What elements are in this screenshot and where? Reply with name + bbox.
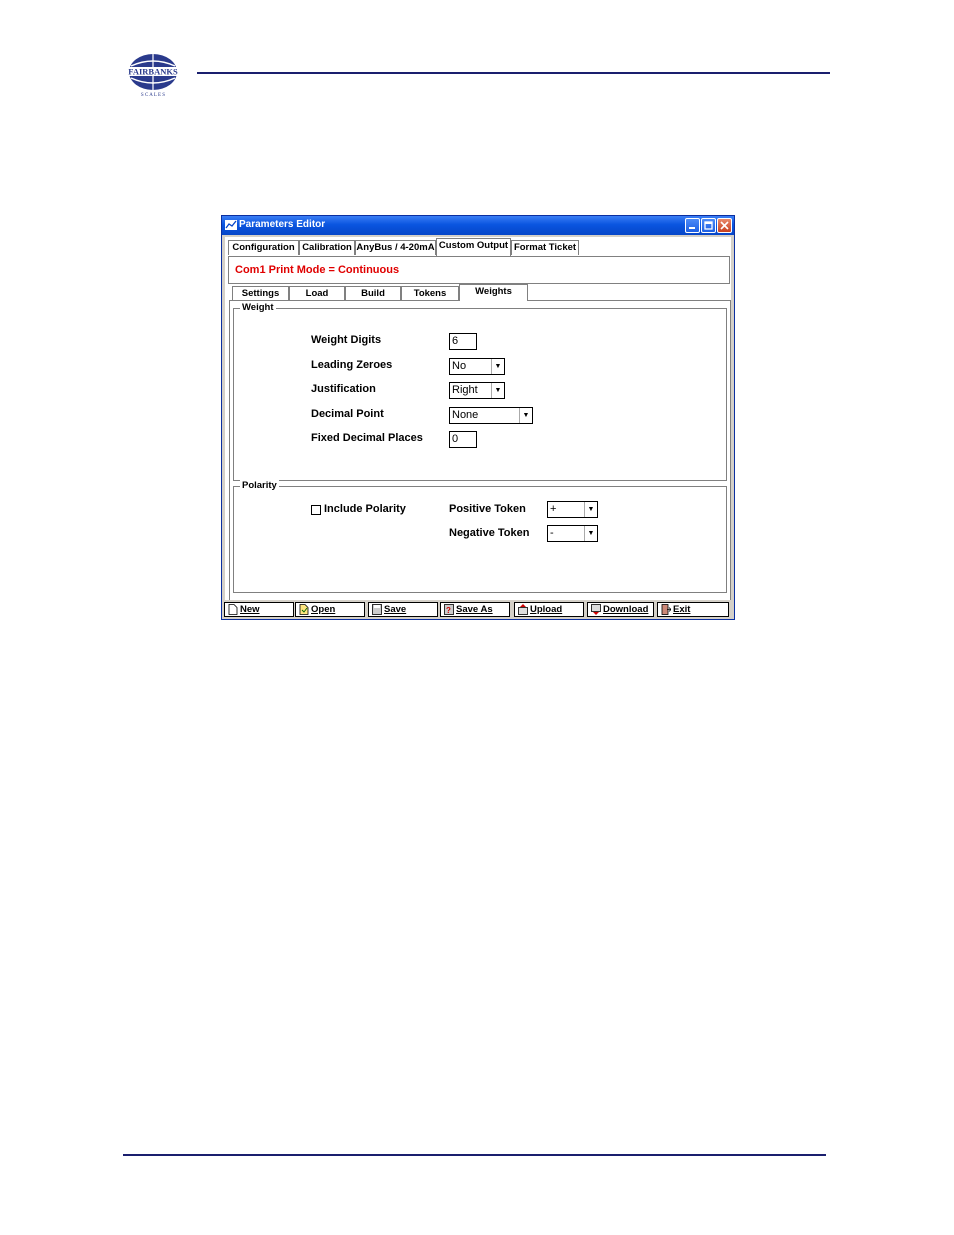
save-as-button[interactable]: ? Save As	[440, 602, 510, 617]
close-button[interactable]	[717, 218, 732, 233]
parameters-editor-window: Parameters Editor Configuration Calibrat…	[221, 215, 735, 620]
tab-anybus[interactable]: AnyBus / 4-20mA	[355, 240, 436, 255]
open-file-icon	[299, 604, 309, 615]
maximize-icon	[704, 221, 713, 230]
subtab-tokens[interactable]: Tokens	[401, 286, 459, 300]
tab-calibration[interactable]: Calibration	[299, 240, 355, 255]
include-polarity-label: Include Polarity	[324, 503, 406, 515]
open-button[interactable]: Open	[295, 602, 365, 617]
button-bar: New Open Save ? Save As Upload Download …	[222, 600, 734, 619]
leading-zeroes-value: No	[452, 360, 467, 372]
svg-text:FAIRBANKS: FAIRBANKS	[128, 67, 178, 77]
save-button[interactable]: Save	[368, 602, 438, 617]
polarity-group: Polarity Include Polarity Positive Token…	[233, 480, 727, 593]
fairbanks-logo: FAIRBANKS S C A L E S	[123, 54, 183, 98]
download-button-label: Download	[603, 604, 649, 615]
client-area: Configuration Calibration AnyBus / 4-20m…	[225, 237, 731, 618]
justification-label: Justification	[311, 383, 376, 395]
negative-token-value: -	[550, 527, 554, 539]
exit-button[interactable]: Exit	[657, 602, 729, 617]
tab-configuration[interactable]: Configuration	[228, 240, 299, 255]
save-button-label: Save	[384, 604, 407, 615]
svg-text:S C A L E S: S C A L E S	[141, 93, 165, 98]
window-title: Parameters Editor	[239, 219, 326, 230]
exit-button-label: Exit	[673, 604, 691, 615]
chevron-down-icon[interactable]: ▼	[491, 359, 504, 374]
weight-digits-input[interactable]: 6	[449, 333, 477, 350]
maximize-button[interactable]	[701, 218, 716, 233]
minimize-icon	[689, 227, 695, 229]
weights-panel: Weight Weight Digits 6 Leading Zeroes No…	[229, 300, 731, 610]
app-icon	[225, 220, 237, 230]
header-rule	[197, 72, 830, 74]
new-file-icon	[228, 604, 238, 615]
decimal-point-value: None	[452, 409, 479, 421]
subtab-weights[interactable]: Weights	[459, 284, 528, 301]
positive-token-select[interactable]: + ▼	[547, 501, 598, 518]
subtab-load[interactable]: Load	[289, 286, 345, 300]
positive-token-label: Positive Token	[449, 503, 526, 515]
decimal-point-select[interactable]: None ▼	[449, 407, 533, 424]
tab-format-ticket[interactable]: Format Ticket	[511, 240, 579, 255]
save-as-button-label: Save As	[456, 604, 493, 615]
leading-zeroes-select[interactable]: No ▼	[449, 358, 505, 375]
fixed-decimal-label: Fixed Decimal Places	[311, 432, 423, 444]
weight-group-legend: Weight	[240, 302, 276, 313]
print-mode-box: Com1 Print Mode = Continuous	[228, 256, 730, 284]
chevron-down-icon[interactable]: ▼	[584, 502, 597, 517]
chevron-down-icon[interactable]: ▼	[584, 526, 597, 541]
new-button[interactable]: New	[224, 602, 294, 617]
close-icon	[720, 221, 729, 230]
negative-token-select[interactable]: - ▼	[547, 525, 598, 542]
positive-token-value: +	[550, 503, 557, 515]
subtab-settings[interactable]: Settings	[232, 286, 289, 300]
save-icon	[372, 604, 382, 615]
download-icon	[591, 604, 601, 615]
tab-custom-output[interactable]: Custom Output	[436, 238, 511, 256]
download-button[interactable]: Download	[587, 602, 654, 617]
open-button-label: Open	[311, 604, 336, 615]
polarity-group-legend: Polarity	[240, 480, 279, 491]
new-button-label: New	[240, 604, 260, 615]
upload-icon	[518, 604, 528, 615]
decimal-point-label: Decimal Point	[311, 408, 384, 420]
print-mode-text: Com1 Print Mode = Continuous	[235, 264, 400, 276]
chevron-down-icon[interactable]: ▼	[491, 383, 504, 398]
justification-value: Right	[452, 384, 478, 396]
minimize-button[interactable]	[685, 218, 700, 233]
save-as-icon: ?	[444, 604, 454, 615]
title-bar[interactable]: Parameters Editor	[222, 216, 734, 235]
weight-digits-label: Weight Digits	[311, 334, 382, 346]
chevron-down-icon[interactable]: ▼	[519, 408, 532, 423]
subtab-build[interactable]: Build	[345, 286, 401, 300]
include-polarity-checkbox[interactable]	[311, 505, 321, 515]
justification-select[interactable]: Right ▼	[449, 382, 505, 399]
exit-door-icon	[661, 604, 671, 615]
weight-group: Weight Weight Digits 6 Leading Zeroes No…	[233, 302, 727, 481]
upload-button-label: Upload	[530, 604, 563, 615]
fixed-decimal-input[interactable]: 0	[449, 431, 477, 448]
leading-zeroes-label: Leading Zeroes	[311, 359, 393, 371]
upload-button[interactable]: Upload	[514, 602, 584, 617]
negative-token-label: Negative Token	[449, 527, 530, 539]
footer-rule	[123, 1154, 826, 1156]
svg-text:?: ?	[446, 606, 451, 615]
